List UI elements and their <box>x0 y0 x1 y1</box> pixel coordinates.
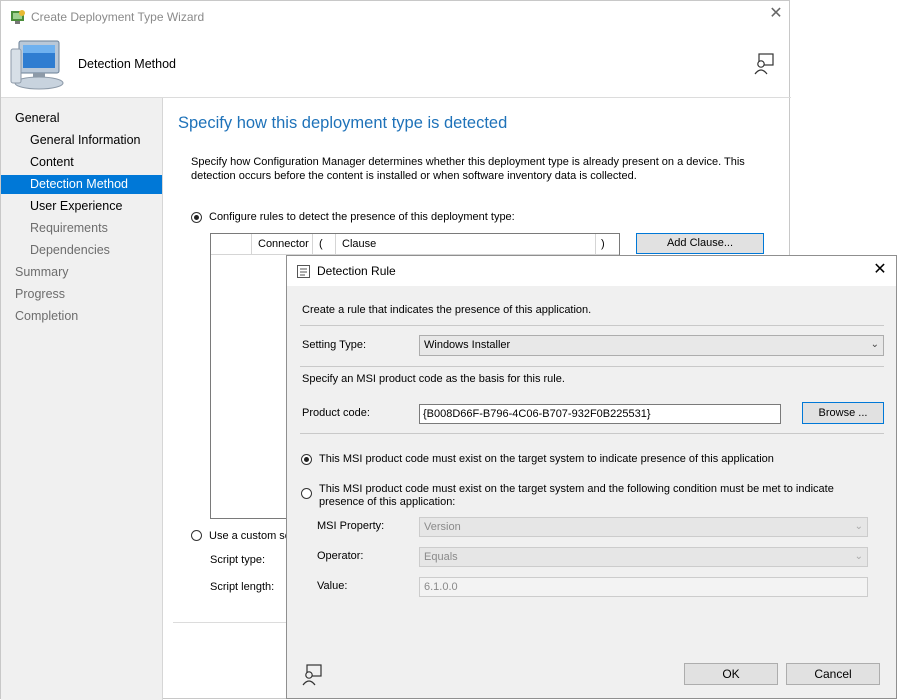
chevron-down-icon: ⌄ <box>854 551 863 562</box>
help-person-icon[interactable] <box>301 664 323 686</box>
value-label: Value: <box>317 580 348 592</box>
clause-table-header: Connector ( Clause ) <box>211 234 619 255</box>
add-clause-button[interactable]: Add Clause... <box>636 233 764 254</box>
column-close-paren[interactable]: ) <box>601 234 605 254</box>
nav-item-general-information[interactable]: General Information <box>1 131 162 150</box>
window-title: Create Deployment Type Wizard <box>31 10 205 24</box>
setting-type-value: Windows Installer <box>424 339 511 351</box>
value-input[interactable]: 6.1.0.0 <box>419 577 868 597</box>
page-heading: Specify how this deployment type is dete… <box>178 114 508 132</box>
setting-type-dropdown[interactable]: Windows Installer ⌄ <box>419 335 884 356</box>
product-code-input[interactable]: {B008D66F-B796-4C06-B707-932F0B225531} <box>419 404 781 424</box>
chevron-down-icon: ⌄ <box>854 521 863 532</box>
close-icon[interactable]: ✕ <box>767 5 785 23</box>
configure-rules-label: Configure rules to detect the presence o… <box>209 211 515 223</box>
operator-label: Operator: <box>317 550 364 562</box>
nav-item-progress[interactable]: Progress <box>1 285 162 304</box>
dialog-title: Detection Rule <box>317 264 396 278</box>
nav-item-completion[interactable]: Completion <box>1 307 162 326</box>
condition-radio[interactable] <box>301 488 312 499</box>
nav-item-general[interactable]: General <box>1 109 162 128</box>
nav-item-requirements[interactable]: Requirements <box>1 219 162 238</box>
msi-property-value: Version <box>424 521 461 533</box>
wizard-navigation: General General Information Content Dete… <box>1 98 163 700</box>
cancel-button[interactable]: Cancel <box>786 663 880 685</box>
divider <box>300 325 884 326</box>
operator-dropdown[interactable]: Equals ⌄ <box>419 547 868 567</box>
divider <box>300 433 884 434</box>
custom-script-label: Use a custom sc <box>209 530 291 542</box>
script-length-label: Script length: <box>210 581 275 593</box>
custom-script-radio[interactable] <box>191 530 202 541</box>
must-exist-radio[interactable] <box>301 454 312 465</box>
ok-button[interactable]: OK <box>684 663 778 685</box>
wizard-app-icon <box>11 10 25 24</box>
computer-icon <box>10 40 64 90</box>
help-person-icon[interactable] <box>753 53 775 75</box>
column-connector[interactable]: Connector <box>258 234 309 254</box>
msi-instructions: Specify an MSI product code as the basis… <box>302 373 565 385</box>
operator-value: Equals <box>424 551 458 563</box>
nav-item-dependencies[interactable]: Dependencies <box>1 241 162 260</box>
must-exist-label: This MSI product code must exist on the … <box>319 453 774 465</box>
header-title: Detection Method <box>78 57 176 71</box>
script-type-label: Script type: <box>210 554 266 566</box>
nav-item-detection-method[interactable]: Detection Method <box>1 175 162 194</box>
nav-item-content[interactable]: Content <box>1 153 162 172</box>
configure-rules-radio[interactable] <box>191 212 202 223</box>
browse-button[interactable]: Browse ... <box>802 402 884 424</box>
msi-property-dropdown[interactable]: Version ⌄ <box>419 517 868 537</box>
page-description: Specify how Configuration Manager determ… <box>191 156 745 182</box>
product-code-label: Product code: <box>302 407 370 419</box>
dialog-intro: Create a rule that indicates the presenc… <box>302 304 592 316</box>
detection-rule-dialog: Detection Rule ✕ Create a rule that indi… <box>286 255 897 699</box>
msi-property-label: MSI Property: <box>317 520 385 532</box>
nav-item-summary[interactable]: Summary <box>1 263 162 282</box>
condition-label: This MSI product code must exist on the … <box>319 483 834 508</box>
column-open-paren[interactable]: ( <box>319 234 323 254</box>
setting-type-label: Setting Type: <box>302 339 367 351</box>
nav-item-user-experience[interactable]: User Experience <box>1 197 162 216</box>
close-icon[interactable]: ✕ <box>871 261 889 279</box>
chevron-down-icon: ⌄ <box>870 339 879 350</box>
rule-document-icon <box>297 265 310 278</box>
column-clause[interactable]: Clause <box>342 234 376 254</box>
divider <box>300 366 884 367</box>
